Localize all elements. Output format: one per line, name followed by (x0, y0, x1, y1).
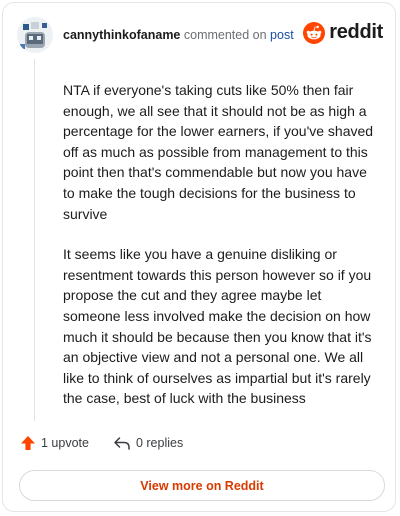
comment-actions: 1 upvote 0 replies (20, 435, 183, 451)
upvote-button[interactable]: 1 upvote (20, 435, 89, 451)
commented-on-text: commented on (183, 28, 267, 42)
view-more-button[interactable]: View more on Reddit (19, 470, 385, 501)
comment-paragraph: It seems like you have a genuine disliki… (63, 246, 372, 407)
upvote-count: 1 upvote (41, 436, 89, 450)
upvote-arrow-icon (21, 436, 35, 450)
reddit-alien-icon (303, 21, 326, 44)
reddit-brand[interactable]: reddit (303, 21, 383, 44)
comment-embed-card: cannythinkofaname commented on post redd… (2, 2, 396, 512)
username-link[interactable]: cannythinkofaname (63, 28, 180, 42)
post-link[interactable]: post (270, 28, 294, 42)
replies-button[interactable]: 0 replies (113, 435, 183, 451)
reddit-wordmark: reddit (329, 21, 383, 43)
avatar-icon[interactable] (17, 17, 53, 53)
comment-header: cannythinkofaname commented on post (63, 28, 294, 42)
thread-line (34, 59, 35, 421)
comment-body: NTA if everyone's taking cuts like 50% t… (63, 80, 381, 429)
comment-paragraph: NTA if everyone's taking cuts like 50% t… (63, 82, 374, 222)
replies-count: 0 replies (135, 436, 184, 450)
reply-arrow-icon (114, 437, 130, 450)
